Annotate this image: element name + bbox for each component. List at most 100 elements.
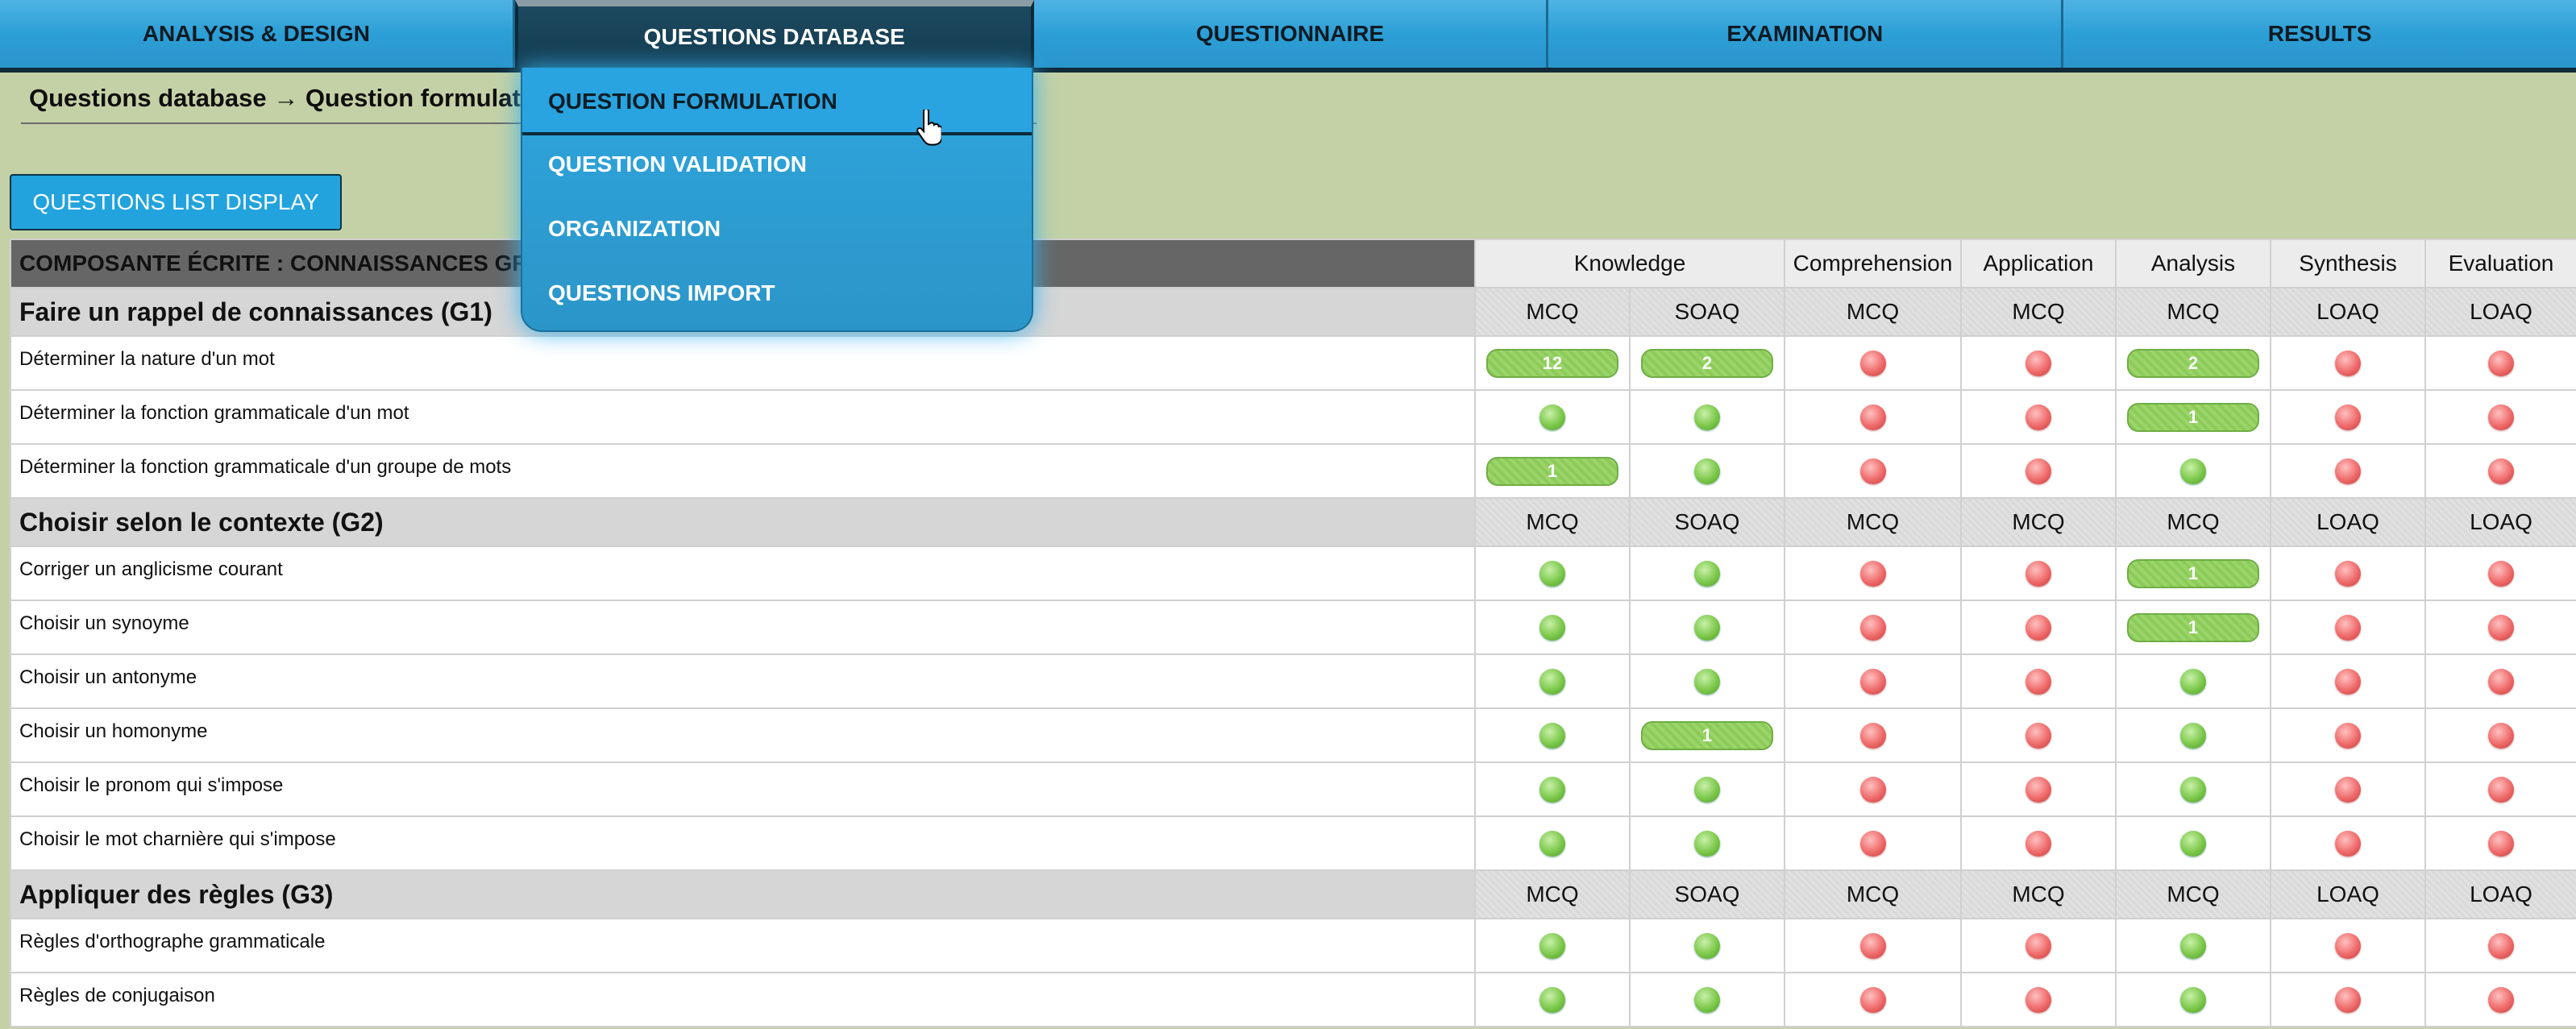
- red-status-icon[interactable]: [2025, 351, 2051, 377]
- status-cell[interactable]: [2424, 653, 2576, 709]
- red-status-icon[interactable]: [2488, 987, 2514, 1014]
- status-cell[interactable]: [1784, 653, 1962, 709]
- status-cell[interactable]: [1960, 443, 2117, 499]
- status-cell[interactable]: [1629, 600, 1785, 655]
- red-status-icon[interactable]: [2488, 831, 2514, 857]
- status-cell[interactable]: [1960, 815, 2117, 871]
- red-status-icon[interactable]: [1859, 723, 1886, 749]
- green-status-icon[interactable]: [2180, 777, 2206, 803]
- red-status-icon[interactable]: [2025, 933, 2051, 960]
- status-cell[interactable]: 2: [1629, 335, 1785, 391]
- green-status-icon[interactable]: [1539, 723, 1565, 749]
- status-cell[interactable]: [1629, 546, 1785, 601]
- status-cell[interactable]: [2270, 918, 2426, 973]
- question-count-badge[interactable]: 1: [1486, 456, 1618, 486]
- green-status-icon[interactable]: [1539, 831, 1565, 857]
- question-count-badge[interactable]: 2: [1641, 348, 1773, 378]
- status-cell[interactable]: 1: [2115, 600, 2271, 655]
- green-status-icon[interactable]: [1694, 933, 1720, 960]
- status-cell[interactable]: [2270, 815, 2426, 871]
- status-cell[interactable]: [2270, 443, 2426, 499]
- red-status-icon[interactable]: [1859, 351, 1886, 377]
- status-cell[interactable]: [1960, 389, 2117, 445]
- status-cell[interactable]: [1784, 972, 1962, 1027]
- status-cell[interactable]: [1784, 707, 1962, 763]
- green-status-icon[interactable]: [1694, 669, 1720, 695]
- red-status-icon[interactable]: [2025, 615, 2051, 641]
- status-cell[interactable]: 2: [2115, 335, 2271, 391]
- green-status-icon[interactable]: [2180, 723, 2206, 749]
- green-status-icon[interactable]: [1539, 933, 1565, 960]
- nav-questionnaire[interactable]: QUESTIONNAIRE: [1034, 0, 1549, 68]
- green-status-icon[interactable]: [2180, 458, 2206, 485]
- green-status-icon[interactable]: [1539, 777, 1565, 803]
- status-cell[interactable]: [1474, 600, 1631, 655]
- red-status-icon[interactable]: [2335, 561, 2361, 587]
- status-cell[interactable]: [2270, 600, 2426, 655]
- status-cell[interactable]: [2424, 815, 2576, 871]
- green-status-icon[interactable]: [1539, 669, 1565, 695]
- status-cell[interactable]: [1960, 653, 2117, 709]
- status-cell[interactable]: [1474, 546, 1631, 601]
- red-status-icon[interactable]: [2488, 777, 2514, 803]
- green-status-icon[interactable]: [2180, 831, 2206, 857]
- red-status-icon[interactable]: [2488, 723, 2514, 749]
- menu-item-question-formulation[interactable]: QUESTION FORMULATION: [522, 68, 1032, 135]
- green-status-icon[interactable]: [1694, 458, 1720, 485]
- menu-item-organization[interactable]: ORGANIZATION: [522, 216, 1032, 242]
- nav-questions-database[interactable]: QUESTIONS DATABASE: [514, 0, 1034, 68]
- red-status-icon[interactable]: [2025, 405, 2051, 431]
- red-status-icon[interactable]: [2335, 933, 2361, 960]
- status-cell[interactable]: [2115, 443, 2271, 499]
- question-count-badge[interactable]: 2: [2127, 348, 2259, 378]
- red-status-icon[interactable]: [2335, 669, 2361, 695]
- red-status-icon[interactable]: [1859, 831, 1886, 857]
- status-cell[interactable]: [1960, 761, 2117, 817]
- status-cell[interactable]: [2424, 761, 2576, 817]
- green-status-icon[interactable]: [1694, 405, 1720, 431]
- green-status-icon[interactable]: [1539, 987, 1565, 1014]
- status-cell[interactable]: [1784, 761, 1962, 817]
- status-cell[interactable]: [1784, 335, 1962, 391]
- red-status-icon[interactable]: [2335, 987, 2361, 1014]
- status-cell[interactable]: [2270, 972, 2426, 1027]
- status-cell[interactable]: [2424, 546, 2576, 601]
- status-cell[interactable]: [2115, 653, 2271, 709]
- red-status-icon[interactable]: [2488, 561, 2514, 587]
- status-cell[interactable]: [1960, 600, 2117, 655]
- status-cell[interactable]: [1474, 815, 1631, 871]
- red-status-icon[interactable]: [1859, 777, 1886, 803]
- status-cell[interactable]: [2270, 335, 2426, 391]
- status-cell[interactable]: [2115, 761, 2271, 817]
- status-cell[interactable]: [2115, 815, 2271, 871]
- red-status-icon[interactable]: [2488, 669, 2514, 695]
- red-status-icon[interactable]: [1859, 615, 1886, 641]
- red-status-icon[interactable]: [2335, 405, 2361, 431]
- status-cell[interactable]: [1784, 443, 1962, 499]
- red-status-icon[interactable]: [2025, 723, 2051, 749]
- status-cell[interactable]: [1629, 761, 1785, 817]
- question-count-badge[interactable]: 1: [2127, 402, 2259, 432]
- status-cell[interactable]: [1474, 653, 1631, 709]
- red-status-icon[interactable]: [2025, 831, 2051, 857]
- green-status-icon[interactable]: [1539, 615, 1565, 641]
- red-status-icon[interactable]: [2025, 777, 2051, 803]
- red-status-icon[interactable]: [2025, 669, 2051, 695]
- red-status-icon[interactable]: [2025, 458, 2051, 485]
- status-cell[interactable]: [1629, 918, 1785, 973]
- status-cell[interactable]: [2424, 972, 2576, 1027]
- red-status-icon[interactable]: [2025, 561, 2051, 587]
- green-status-icon[interactable]: [2180, 987, 2206, 1014]
- green-status-icon[interactable]: [2180, 669, 2206, 695]
- red-status-icon[interactable]: [2335, 458, 2361, 485]
- status-cell[interactable]: [2424, 918, 2576, 973]
- status-cell[interactable]: [1474, 389, 1631, 445]
- status-cell[interactable]: [2270, 653, 2426, 709]
- status-cell[interactable]: [1960, 546, 2117, 601]
- question-count-badge[interactable]: 1: [2127, 612, 2259, 642]
- status-cell[interactable]: [1784, 815, 1962, 871]
- status-cell[interactable]: [1474, 972, 1631, 1027]
- status-cell[interactable]: [1474, 761, 1631, 817]
- red-status-icon[interactable]: [1859, 933, 1886, 960]
- status-cell[interactable]: 1: [1474, 443, 1631, 499]
